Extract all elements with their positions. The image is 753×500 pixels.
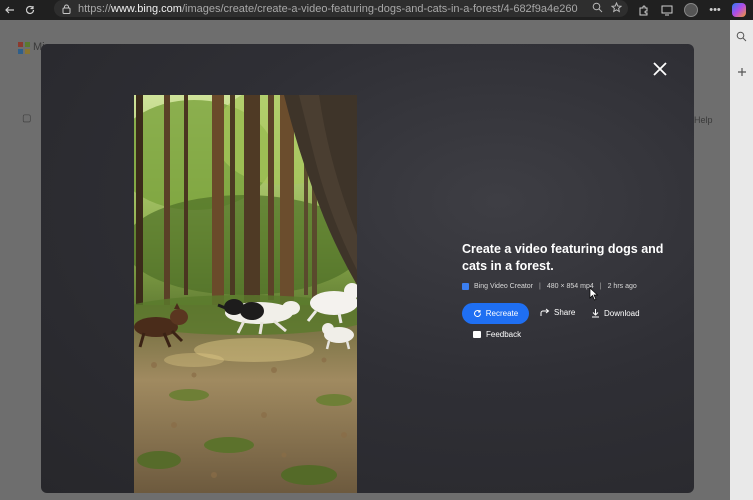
back-icon[interactable] <box>0 0 20 20</box>
lock-icon <box>62 4 72 14</box>
refresh-icon[interactable] <box>20 0 40 20</box>
browser-toolbar: https://www.bing.com/images/create/creat… <box>0 0 753 20</box>
source-label[interactable]: Bing Video Creator <box>474 283 533 290</box>
bing-video-creator-icon <box>462 283 469 290</box>
more-icon[interactable]: ••• <box>705 0 725 20</box>
share-icon <box>540 308 550 316</box>
meta-separator: | <box>599 283 602 290</box>
resolution-label: 480 × 854 mp4 <box>546 283 594 290</box>
recreate-button[interactable]: Recreate <box>462 303 529 324</box>
age-label: 2 hrs ago <box>607 283 637 290</box>
screenshot-icon[interactable] <box>657 0 677 20</box>
profile-icon[interactable] <box>681 0 701 20</box>
url-text: https://www.bing.com/images/create/creat… <box>78 2 578 15</box>
recreate-label: Recreate <box>485 309 519 318</box>
extensions-icon[interactable] <box>633 0 653 20</box>
download-icon <box>592 309 599 318</box>
browser-sidebar <box>730 20 753 500</box>
download-label: Download <box>604 308 640 318</box>
share-button[interactable]: Share <box>540 308 575 317</box>
sidebar-add-icon[interactable] <box>730 62 753 82</box>
copilot-icon[interactable] <box>729 0 749 20</box>
share-label: Share <box>554 308 576 317</box>
image-icon: ▢ <box>22 113 32 124</box>
video-title: Create a video featuring dogs and cats i… <box>462 242 664 273</box>
sidebar-search-icon[interactable] <box>730 26 753 46</box>
download-button[interactable]: Download <box>591 308 640 318</box>
address-bar[interactable]: https://www.bing.com/images/create/creat… <box>54 0 628 17</box>
meta-separator: | <box>539 283 541 290</box>
search-icon[interactable] <box>592 2 603 16</box>
feedback-button[interactable]: Feedback <box>473 330 521 339</box>
mouse-cursor-icon <box>589 287 599 301</box>
feedback-label: Feedback <box>486 330 522 339</box>
feedback-icon <box>473 331 481 338</box>
video-player[interactable] <box>134 95 357 493</box>
star-icon[interactable] <box>610 1 623 16</box>
video-viewer-modal: Create a video featuring dogs and cats i… <box>41 44 694 493</box>
close-icon[interactable] <box>649 59 671 81</box>
refresh-icon <box>473 310 481 317</box>
microsoft-logo-icon <box>18 42 30 54</box>
help-link[interactable]: Help <box>694 115 713 125</box>
video-metadata: Bing Video Creator | 480 × 854 mp4 | 2 h… <box>462 283 637 290</box>
